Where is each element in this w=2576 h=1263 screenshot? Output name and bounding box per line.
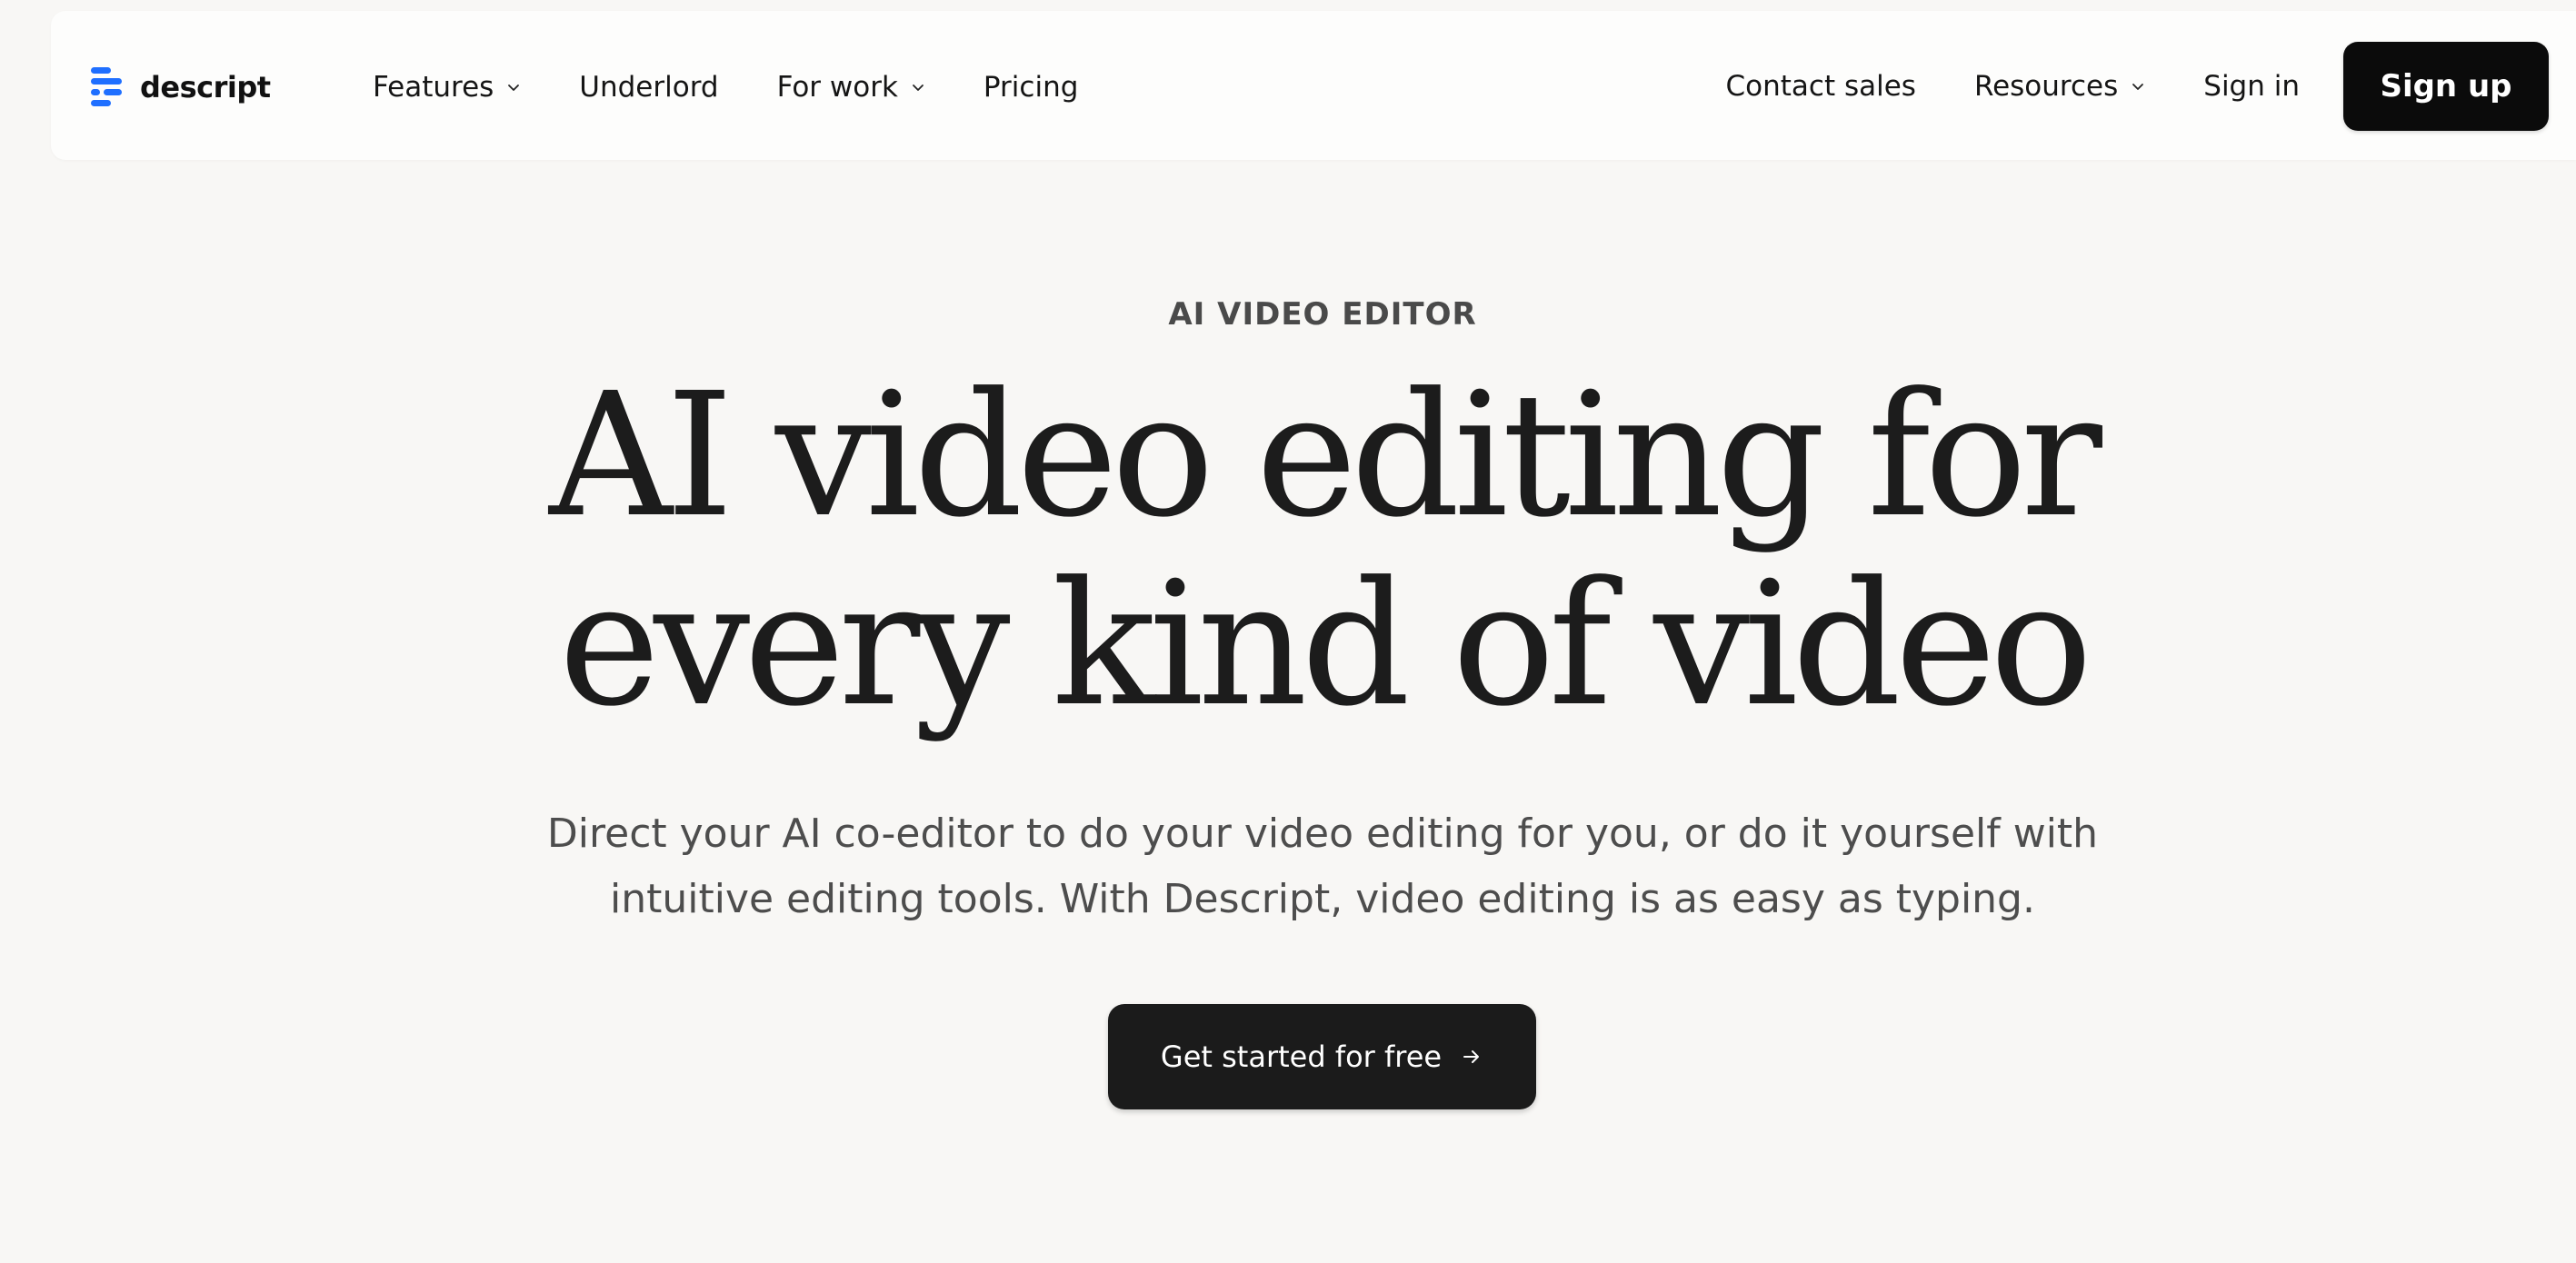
descript-logo-icon [91, 67, 122, 106]
nav-item-label: Features [373, 71, 494, 104]
nav-item-contact-sales[interactable]: Contact sales [1725, 70, 1915, 103]
nav-item-label: Sign in [2203, 70, 2300, 103]
hero-headline: AI video editing for every kind of video [0, 362, 2576, 740]
subtitle-line: intuitive editing tools. With Descript, … [610, 876, 2035, 922]
arrow-right-icon [1463, 1050, 1480, 1063]
hero-subtitle: Direct your AI co-editor to do your vide… [0, 801, 2576, 932]
get-started-button[interactable]: Get started for free [1108, 1004, 1536, 1109]
subtitle-line: Direct your AI co-editor to do your vide… [546, 811, 2099, 857]
headline-line: every kind of video [558, 545, 2092, 744]
secondary-nav: Contact sales Resources Sign in Sign up [1725, 42, 2549, 131]
nav-item-resources[interactable]: Resources [1974, 70, 2145, 103]
chevron-down-icon [913, 85, 924, 91]
nav-item-underlord[interactable]: Underlord [579, 71, 718, 104]
top-navbar: descript Features Underlord For work Pri… [51, 11, 2576, 160]
sign-in-link[interactable]: Sign in [2203, 70, 2300, 103]
nav-item-label: Underlord [579, 71, 719, 104]
chevron-down-icon [508, 85, 520, 91]
logo-text: descript [140, 70, 271, 104]
hero-eyebrow: AI VIDEO EDITOR [1168, 296, 1477, 333]
cta-label: Get started for free [1160, 1039, 1443, 1074]
sign-up-button[interactable]: Sign up [2343, 42, 2549, 131]
nav-item-label: For work [776, 71, 898, 104]
headline-line: AI video editing for [549, 356, 2102, 555]
nav-item-label: Contact sales [1725, 70, 1916, 103]
descript-logo[interactable]: descript [91, 67, 271, 107]
nav-item-for-work[interactable]: For work [777, 71, 925, 104]
nav-item-features[interactable]: Features [373, 71, 521, 104]
primary-nav: Features Underlord For work Pricing [373, 64, 1078, 111]
nav-item-pricing[interactable]: Pricing [983, 71, 1079, 104]
nav-item-label: Pricing [983, 71, 1079, 104]
nav-item-label: Resources [1973, 70, 2119, 103]
chevron-down-icon [2132, 84, 2144, 90]
